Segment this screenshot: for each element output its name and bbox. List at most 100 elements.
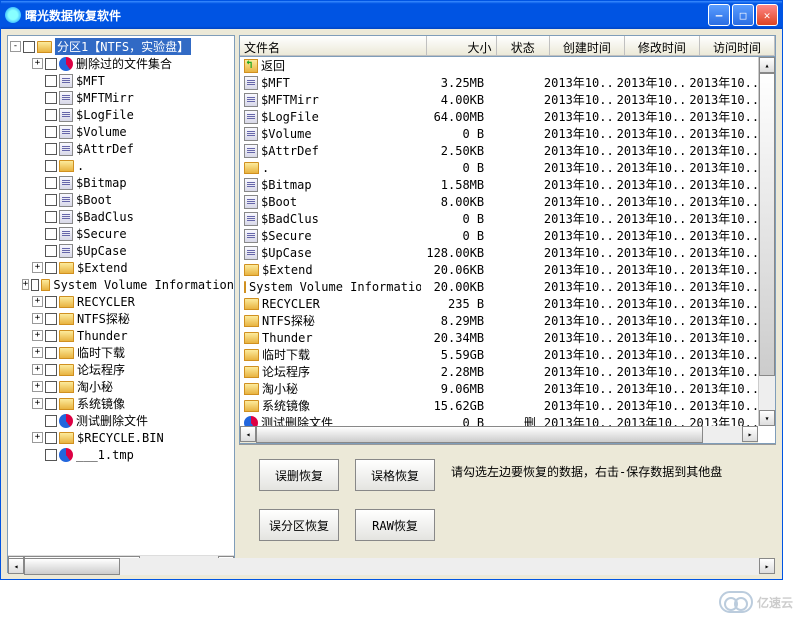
recover-raw-button[interactable]: RAW恢复 xyxy=(355,509,435,541)
list-back-row[interactable]: 返回 xyxy=(240,57,758,74)
tree-item[interactable]: $BadClus xyxy=(8,208,234,225)
tree-item[interactable]: +系统镜像 xyxy=(8,395,234,412)
list-row[interactable]: Thunder20.34MB2013年10...2013年10...2013年1… xyxy=(240,329,758,346)
tree-item[interactable]: . xyxy=(8,157,234,174)
tree-item[interactable]: $AttrDef xyxy=(8,140,234,157)
expand-icon[interactable]: + xyxy=(32,313,43,324)
checkbox[interactable] xyxy=(45,415,57,427)
checkbox[interactable] xyxy=(45,92,57,104)
tree-item[interactable]: +NTFS探秘 xyxy=(8,310,234,327)
checkbox[interactable] xyxy=(45,347,57,359)
checkbox[interactable] xyxy=(45,109,57,121)
checkbox[interactable] xyxy=(45,211,57,223)
checkbox[interactable] xyxy=(45,228,57,240)
checkbox[interactable] xyxy=(45,58,57,70)
tree-item[interactable]: $Volume xyxy=(8,123,234,140)
checkbox[interactable] xyxy=(45,330,57,342)
tree-item[interactable]: +论坛程序 xyxy=(8,361,234,378)
tree-item[interactable]: +删除过的文件集合 xyxy=(8,55,234,72)
checkbox[interactable] xyxy=(31,279,39,291)
col-ctime[interactable]: 创建时间 xyxy=(550,36,625,56)
col-status[interactable]: 状态 xyxy=(497,36,550,56)
checkbox[interactable] xyxy=(45,364,57,376)
tree-item[interactable]: +临时下载 xyxy=(8,344,234,361)
recover-partition-button[interactable]: 误分区恢复 xyxy=(259,509,339,541)
checkbox[interactable] xyxy=(45,296,57,308)
checkbox[interactable] xyxy=(45,398,57,410)
list-row[interactable]: RECYCLER235 B2013年10...2013年10...2013年10… xyxy=(240,295,758,312)
list-row[interactable]: 淘小秘9.06MB2013年10...2013年10...2013年10... xyxy=(240,380,758,397)
checkbox[interactable] xyxy=(45,143,57,155)
tree-item[interactable]: ___1.tmp xyxy=(8,446,234,463)
expand-icon[interactable]: + xyxy=(22,279,29,290)
list-row[interactable]: $UpCase128.00KB2013年10...2013年10...2013年… xyxy=(240,244,758,261)
list-row[interactable]: $MFT3.25MB2013年10...2013年10...2013年10... xyxy=(240,74,758,91)
list-row[interactable]: $BadClus0 B2013年10...2013年10...2013年10..… xyxy=(240,210,758,227)
minimize-button[interactable]: — xyxy=(708,4,730,26)
expand-icon[interactable]: + xyxy=(32,262,43,273)
expand-icon[interactable]: + xyxy=(32,296,43,307)
tree-item[interactable]: $MFT xyxy=(8,72,234,89)
outer-scrollbar-h[interactable]: ◂ ▸ xyxy=(8,558,775,575)
expand-icon[interactable]: + xyxy=(32,398,43,409)
list-row[interactable]: $Extend20.06KB2013年10...2013年10...2013年1… xyxy=(240,261,758,278)
list-row[interactable]: $LogFile64.00MB2013年10...2013年10...2013年… xyxy=(240,108,758,125)
scroll-up-icon[interactable]: ▴ xyxy=(759,57,775,73)
collapse-icon[interactable]: - xyxy=(10,41,21,52)
list-scrollbar-v[interactable]: ▴ ▾ xyxy=(758,57,775,426)
maximize-button[interactable]: □ xyxy=(732,4,754,26)
scroll-left-icon[interactable]: ◂ xyxy=(8,558,24,574)
tree-item[interactable]: 测试删除文件 xyxy=(8,412,234,429)
expand-icon[interactable]: + xyxy=(32,347,43,358)
scroll-right-icon[interactable]: ▸ xyxy=(742,426,758,442)
list-row[interactable]: 测试删除文件0 B删2013年10...2013年10...2013年10... xyxy=(240,414,758,426)
expand-icon[interactable]: + xyxy=(32,364,43,375)
checkbox[interactable] xyxy=(45,262,57,274)
list-row[interactable]: .0 B2013年10...2013年10...2013年10... xyxy=(240,159,758,176)
tree-item[interactable]: +$Extend xyxy=(8,259,234,276)
tree-item[interactable]: $Secure xyxy=(8,225,234,242)
checkbox[interactable] xyxy=(45,194,57,206)
tree-item[interactable]: $LogFile xyxy=(8,106,234,123)
expand-icon[interactable]: + xyxy=(32,381,43,392)
scroll-left-icon[interactable]: ◂ xyxy=(240,426,256,442)
col-size[interactable]: 大小 xyxy=(427,36,496,56)
checkbox[interactable] xyxy=(45,75,57,87)
checkbox[interactable] xyxy=(45,177,57,189)
titlebar[interactable]: 曙光数据恢复软件 — □ ✕ xyxy=(1,1,782,29)
tree-item[interactable]: +$RECYCLE.BIN xyxy=(8,429,234,446)
tree-root[interactable]: -分区1【NTFS，实验盘】 xyxy=(8,38,234,55)
recover-deleted-button[interactable]: 误删恢复 xyxy=(259,459,339,491)
tree-item[interactable]: $Boot xyxy=(8,191,234,208)
list-row[interactable]: NTFS探秘8.29MB2013年10...2013年10...2013年10.… xyxy=(240,312,758,329)
checkbox[interactable] xyxy=(45,449,57,461)
list-row[interactable]: 临时下载5.59GB2013年10...2013年10...2013年10... xyxy=(240,346,758,363)
list-row[interactable]: $AttrDef2.50KB2013年10...2013年10...2013年1… xyxy=(240,142,758,159)
tree-item[interactable]: $MFTMirr xyxy=(8,89,234,106)
col-filename[interactable]: 文件名 xyxy=(240,36,427,56)
tree-item[interactable]: +Thunder xyxy=(8,327,234,344)
list-row[interactable]: $Bitmap1.58MB2013年10...2013年10...2013年10… xyxy=(240,176,758,193)
list-row[interactable]: System Volume Information20.00KB2013年10.… xyxy=(240,278,758,295)
list-row[interactable]: 系统镜像15.62GB2013年10...2013年10...2013年10..… xyxy=(240,397,758,414)
recover-format-button[interactable]: 误格恢复 xyxy=(355,459,435,491)
tree-item[interactable]: +淘小秘 xyxy=(8,378,234,395)
tree-item[interactable]: $Bitmap xyxy=(8,174,234,191)
scroll-down-icon[interactable]: ▾ xyxy=(759,410,775,426)
expand-icon[interactable]: + xyxy=(32,330,43,341)
tree-item[interactable]: +RECYCLER xyxy=(8,293,234,310)
list-row[interactable]: 论坛程序2.28MB2013年10...2013年10...2013年10... xyxy=(240,363,758,380)
list-row[interactable]: $Secure0 B2013年10...2013年10...2013年10... xyxy=(240,227,758,244)
col-atime[interactable]: 访问时间 xyxy=(700,36,775,56)
expand-icon[interactable]: + xyxy=(32,432,43,443)
col-mtime[interactable]: 修改时间 xyxy=(625,36,700,56)
checkbox[interactable] xyxy=(23,41,35,53)
close-button[interactable]: ✕ xyxy=(756,4,778,26)
scroll-right-icon[interactable]: ▸ xyxy=(759,558,775,574)
tree-item[interactable]: +System Volume Information xyxy=(8,276,234,293)
tree-item[interactable]: $UpCase xyxy=(8,242,234,259)
list-row[interactable]: $MFTMirr4.00KB2013年10...2013年10...2013年1… xyxy=(240,91,758,108)
checkbox[interactable] xyxy=(45,160,57,172)
checkbox[interactable] xyxy=(45,381,57,393)
expand-icon[interactable]: + xyxy=(32,58,43,69)
